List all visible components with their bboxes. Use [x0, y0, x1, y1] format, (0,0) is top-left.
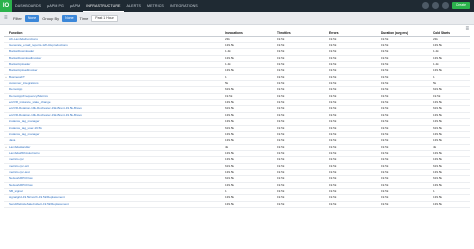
nav-item-dashboards[interactable]: DASHBOARDS [12, 0, 44, 12]
menu-icon[interactable]: ≡ [4, 15, 10, 21]
group-by-select[interactable]: None [62, 14, 77, 22]
create-button[interactable]: Create [451, 2, 470, 9]
errors-cell: 19.5k [328, 201, 380, 209]
time-label: Time [79, 15, 89, 21]
group-by-label: Group By [42, 15, 60, 21]
duration-cell: 19.5k [380, 201, 432, 209]
cold-starts-cell: 139.5k [432, 201, 470, 209]
nav-item-integrations[interactable]: INTEGRATIONS [167, 0, 201, 12]
nav-item-infrastructure[interactable]: INFRASTRUCTURE [83, 0, 124, 12]
filter-label: Filter [13, 15, 22, 21]
functions-table: Function Invocations Throttles Errors Du… [4, 31, 470, 209]
help-icon[interactable] [421, 2, 429, 9]
nav-item-metrics[interactable]: METRICS [144, 0, 167, 12]
throttles-cell: 19.5k [276, 201, 328, 209]
nav-item-apm[interactable]: µAPM [67, 0, 83, 12]
filter-select[interactable]: None [24, 14, 40, 22]
function-name-link[interactable]: SendWebsiteSaleCollect-19.5k/Replacement [8, 201, 224, 209]
top-nav-bar: IO DASHBOARDS µAPM PG µAPM INFRASTRUCTUR… [0, 0, 474, 12]
filter-bar: ≡ Filter None Group By None Time Past 1 … [0, 12, 474, 25]
nav-item-apm-pg[interactable]: µAPM PG [44, 0, 67, 12]
top-right-controls: Create [421, 2, 470, 9]
notifications-icon[interactable] [431, 2, 439, 9]
table-row[interactable]: SendWebsiteSaleCollect-19.5k/Replacement… [4, 201, 470, 209]
nav-item-alerts[interactable]: ALERTS [124, 0, 145, 12]
user-avatar-icon[interactable] [441, 2, 449, 9]
app-logo[interactable]: IO [0, 0, 12, 12]
invocations-cell: 139.5k [224, 201, 276, 209]
time-range-select[interactable]: Past 1 Hour [91, 14, 118, 22]
functions-table-container: Function Invocations Throttles Errors Du… [4, 31, 470, 209]
